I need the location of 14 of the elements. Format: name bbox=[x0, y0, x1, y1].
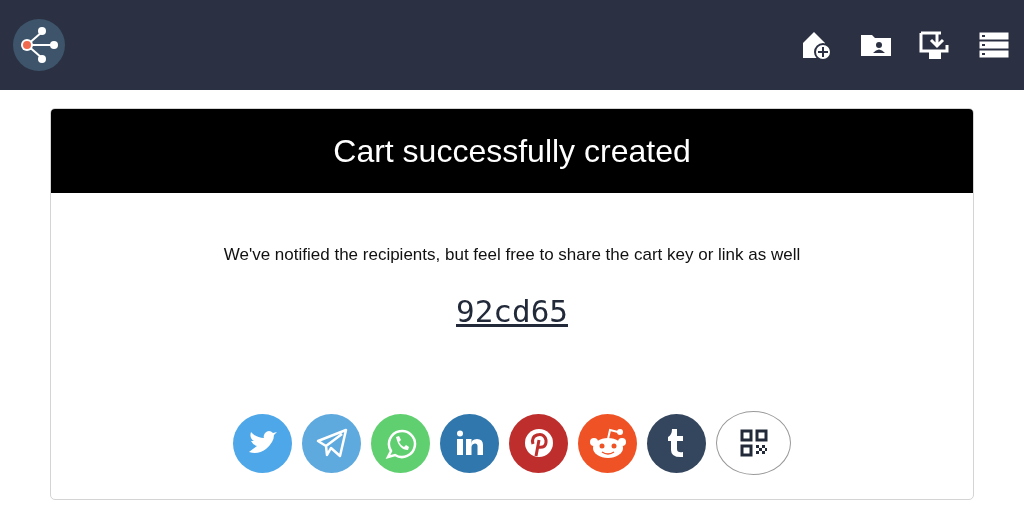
paper-plane-icon bbox=[315, 428, 348, 458]
share-logo-icon[interactable] bbox=[13, 19, 65, 71]
dot-bars-icon bbox=[455, 430, 484, 456]
bird-icon bbox=[247, 430, 278, 456]
download-monitor-icon[interactable] bbox=[919, 29, 951, 61]
qr-code-icon bbox=[739, 429, 768, 457]
phone-bubble-icon bbox=[384, 427, 417, 459]
server-list-icon[interactable] bbox=[978, 29, 1010, 61]
card-title: Cart successfully created bbox=[51, 109, 973, 193]
add-home-icon[interactable] bbox=[801, 29, 833, 61]
antenna-head-icon bbox=[587, 427, 628, 459]
pin-icon bbox=[522, 427, 555, 459]
notice-message: We've notified the recipients, but feel free to share the cart key or link as well bbox=[223, 245, 801, 265]
cart-key-link[interactable]: 92cd65 bbox=[456, 293, 568, 329]
